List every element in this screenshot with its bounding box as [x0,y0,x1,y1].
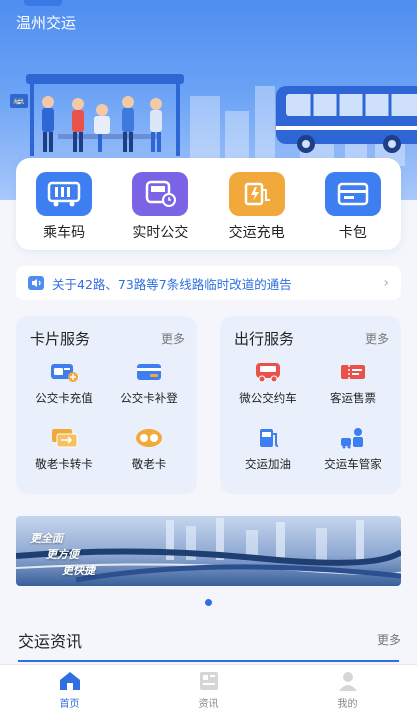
quick-label: 卡包 [338,225,367,241]
bottom-tab-bar: 首页 资讯 我的 [0,664,417,720]
banner-line: 更全面 [30,532,63,545]
banner-line: 更方便 [46,548,79,561]
panel-title: 卡片服务 [30,330,91,348]
quick-charging[interactable]: 交运充电 [217,172,297,250]
bus-stop-illustration [26,74,184,156]
banner-line: 更快捷 [62,564,95,577]
fuel-icon [253,426,283,450]
app-title: 温州交运 [16,14,77,32]
service-label: 敬老卡 [131,457,167,471]
ticket-icon [338,360,368,384]
news-more-link[interactable]: 更多 [377,631,401,648]
quick-label: 交运充电 [228,225,285,241]
service-label: 交运加油 [245,457,291,471]
news-section-title: 交运资讯 [18,632,83,651]
service-label: 公交卡充值 [35,391,93,405]
card-service-panel: 卡片服务 更多 公交卡充值 公交卡补登 敬老卡转卡 敬老卡 [16,316,197,494]
card-wallet-icon [324,172,381,216]
travel-service-panel: 出行服务 更多 微公交约车 客运售票 交运加油 交运车管家 [220,316,401,494]
tab-profile[interactable]: 我的 [278,665,417,720]
service-label: 微公交约车 [239,391,297,405]
bus-stop-sign-icon: 🚌 [10,94,28,108]
news-icon [199,672,218,690]
senior-card-icon [134,426,164,450]
svc-senior-card[interactable]: 敬老卡 [107,426,191,472]
notice-bar[interactable]: 关于42路、73路等7条线路临时改道的通告 › [16,266,401,300]
car-steward-icon [338,426,368,450]
bus-qr-icon [36,172,93,216]
service-label: 敬老卡转卡 [35,457,93,471]
carousel-indicator[interactable] [205,599,212,606]
tab-label: 我的 [337,699,358,710]
speaker-icon [28,276,44,290]
bus-illustration [276,86,417,153]
header-tab-marker [24,0,62,6]
quick-label: 实时公交 [132,225,189,241]
svc-ticket-sales[interactable]: 客运售票 [311,360,395,406]
tab-label: 首页 [59,699,80,710]
bus-card-topup-icon [49,360,79,384]
chevron-right-icon: › [383,275,389,291]
news-divider [18,660,399,662]
promo-banner[interactable]: 更全面 更方便 更快捷 [16,516,401,586]
card-service-more-link[interactable]: 更多 [161,330,185,347]
notice-text: 关于42路、73路等7条线路临时改道的通告 [52,276,292,292]
svc-senior-card-transfer[interactable]: 敬老卡转卡 [22,426,106,472]
service-label: 客运售票 [330,391,376,405]
quick-label: 乘车码 [43,225,86,241]
senior-card-transfer-icon [49,426,79,450]
service-label: 交运车管家 [324,457,382,471]
svc-car-steward[interactable]: 交运车管家 [311,426,395,472]
profile-icon [338,672,357,691]
tab-news[interactable]: 资讯 [139,665,278,720]
quick-bus-qr-code[interactable]: 乘车码 [24,172,104,250]
quick-realtime-bus[interactable]: 实时公交 [120,172,200,250]
panel-title: 出行服务 [234,330,295,348]
tab-home[interactable]: 首页 [0,665,139,720]
svc-micro-bus[interactable]: 微公交约车 [226,360,310,406]
svc-fuel[interactable]: 交运加油 [226,426,310,472]
quick-entries-card: 乘车码 实时公交 交运充电 卡包 [16,158,401,250]
tab-label: 资讯 [198,699,219,710]
travel-service-more-link[interactable]: 更多 [365,330,389,347]
charging-icon [228,172,285,216]
svc-bus-card-register[interactable]: 公交卡补登 [107,360,191,406]
svc-bus-card-topup[interactable]: 公交卡充值 [22,360,106,406]
bus-clock-icon [132,172,189,216]
bus-card-register-icon [134,360,164,384]
micro-bus-icon [253,360,283,384]
home-icon [59,672,80,690]
service-label: 公交卡补登 [120,391,178,405]
quick-card-wallet[interactable]: 卡包 [313,172,393,250]
